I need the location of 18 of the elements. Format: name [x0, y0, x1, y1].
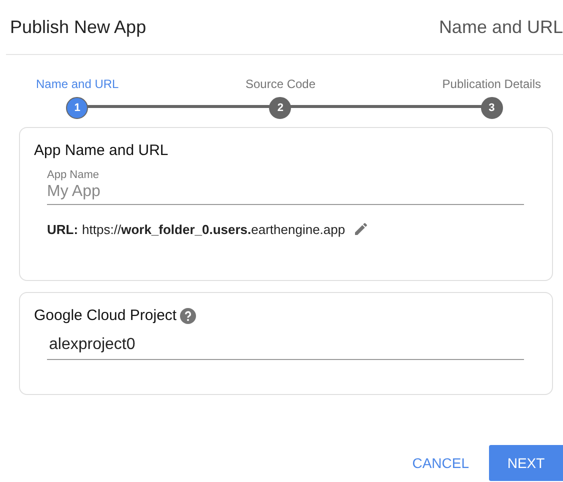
card-heading: Google Cloud Project [34, 307, 177, 324]
url-text: https://work_folder_0.users.earthengine.app [82, 222, 346, 236]
help-icon[interactable] [180, 308, 196, 324]
step-label[interactable]: Publication Details [442, 77, 541, 91]
step-number[interactable]: 2 [269, 97, 292, 119]
step-label[interactable]: Name and URL [36, 77, 119, 91]
edit-icon[interactable] [353, 221, 370, 237]
step-number[interactable]: 1 [66, 97, 88, 119]
next-button[interactable]: NEXT [489, 445, 563, 481]
step-title: Name and URL [438, 16, 563, 38]
step-label[interactable]: Source Code [245, 77, 316, 91]
step-number[interactable]: 3 [480, 97, 503, 119]
field-label: App Name [47, 169, 100, 181]
cancel-button[interactable]: CANCEL [412, 445, 469, 481]
url-label: URL: [47, 222, 78, 236]
project-field[interactable]: alexproject0 [47, 336, 524, 360]
card-heading: App Name and URL [34, 142, 170, 159]
dialog-title: Publish New App [10, 16, 146, 38]
